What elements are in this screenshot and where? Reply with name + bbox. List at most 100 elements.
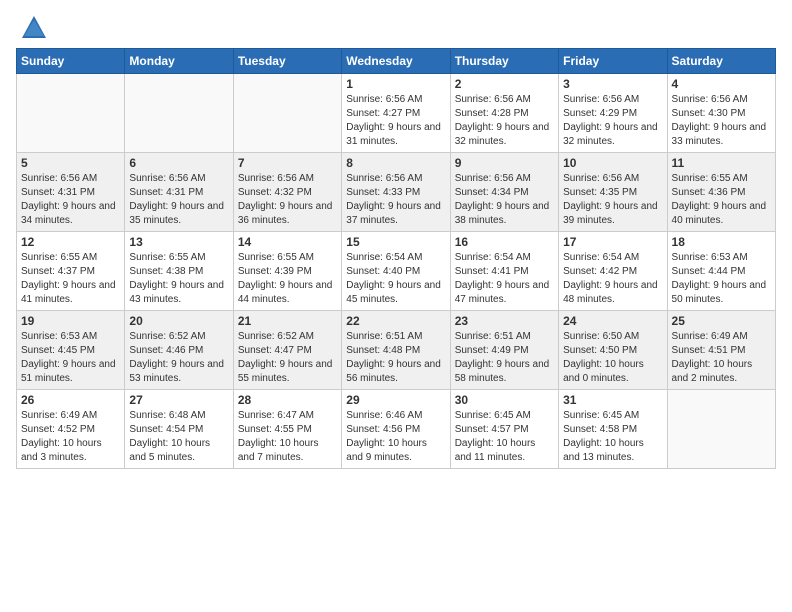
day-number: 28	[238, 393, 337, 407]
day-number: 31	[563, 393, 662, 407]
day-number: 1	[346, 77, 445, 91]
day-info: Sunrise: 6:51 AMSunset: 4:48 PMDaylight:…	[346, 330, 445, 386]
calendar-week-row: 5 Sunrise: 6:56 AMSunset: 4:31 PMDaylight…	[17, 153, 776, 232]
day-info: Sunrise: 6:54 AMSunset: 4:41 PMDaylight:…	[455, 251, 554, 307]
day-number: 2	[455, 77, 554, 91]
calendar-day-cell: 4 Sunrise: 6:56 AMSunset: 4:30 PMDaylight…	[667, 74, 775, 153]
day-info: Sunrise: 6:45 AMSunset: 4:58 PMDaylight:…	[563, 409, 662, 465]
day-info: Sunrise: 6:56 AMSunset: 4:33 PMDaylight:…	[346, 172, 445, 228]
calendar-day-cell: 17Sunrise: 6:54 AMSunset: 4:42 PMDayligh…	[559, 232, 667, 311]
calendar-day-cell	[667, 390, 775, 469]
day-number: 24	[563, 314, 662, 328]
calendar-day-cell: 10 Sunrise: 6:56 AMSunset: 4:35 PMDayligh…	[559, 153, 667, 232]
calendar-day-cell: 9 Sunrise: 6:56 AMSunset: 4:34 PMDaylight…	[450, 153, 558, 232]
day-info: Sunrise: 6:49 AMSunset: 4:51 PMDaylight:…	[672, 330, 771, 386]
day-info: Sunrise: 6:55 AMSunset: 4:37 PMDaylight:…	[21, 251, 120, 307]
weekday-header-sunday: Sunday	[17, 49, 125, 74]
day-info: Sunrise: 6:56 AMSunset: 4:28 PMDaylight:…	[455, 93, 554, 149]
calendar-day-cell: 16 Sunrise: 6:54 AMSunset: 4:41 PMDayligh…	[450, 232, 558, 311]
calendar-day-cell: 26 Sunrise: 6:49 AMSunset: 4:52 PMDayligh…	[17, 390, 125, 469]
day-info: Sunrise: 6:56 AMSunset: 4:34 PMDaylight:…	[455, 172, 554, 228]
day-number: 20	[129, 314, 228, 328]
weekday-header-thursday: Thursday	[450, 49, 558, 74]
calendar-day-cell: 6 Sunrise: 6:56 AMSunset: 4:31 PMDaylight…	[125, 153, 233, 232]
calendar-week-row: 12Sunrise: 6:55 AMSunset: 4:37 PMDayligh…	[17, 232, 776, 311]
calendar-day-cell: 1Sunrise: 6:56 AMSunset: 4:27 PMDaylight…	[342, 74, 450, 153]
day-info: Sunrise: 6:53 AMSunset: 4:45 PMDaylight:…	[21, 330, 120, 386]
calendar-day-cell: 18 Sunrise: 6:53 AMSunset: 4:44 PMDayligh…	[667, 232, 775, 311]
day-number: 21	[238, 314, 337, 328]
weekday-header-wednesday: Wednesday	[342, 49, 450, 74]
calendar-day-cell: 5 Sunrise: 6:56 AMSunset: 4:31 PMDaylight…	[17, 153, 125, 232]
day-number: 13	[129, 235, 228, 249]
day-info: Sunrise: 6:54 AMSunset: 4:40 PMDaylight:…	[346, 251, 445, 307]
day-number: 5	[21, 156, 120, 170]
day-info: Sunrise: 6:56 AMSunset: 4:32 PMDaylight:…	[238, 172, 337, 228]
calendar-day-cell	[17, 74, 125, 153]
day-info: Sunrise: 6:55 AMSunset: 4:39 PMDaylight:…	[238, 251, 337, 307]
calendar-day-cell: 19 Sunrise: 6:53 AMSunset: 4:45 PMDayligh…	[17, 311, 125, 390]
calendar-day-cell	[233, 74, 341, 153]
logo	[16, 14, 48, 42]
calendar-week-row: 19 Sunrise: 6:53 AMSunset: 4:45 PMDayligh…	[17, 311, 776, 390]
day-info: Sunrise: 6:48 AMSunset: 4:54 PMDaylight:…	[129, 409, 228, 465]
header	[16, 10, 776, 42]
day-number: 18	[672, 235, 771, 249]
day-info: Sunrise: 6:52 AMSunset: 4:47 PMDaylight:…	[238, 330, 337, 386]
calendar-day-cell: 22 Sunrise: 6:51 AMSunset: 4:48 PMDayligh…	[342, 311, 450, 390]
day-number: 25	[672, 314, 771, 328]
day-number: 9	[455, 156, 554, 170]
day-info: Sunrise: 6:56 AMSunset: 4:31 PMDaylight:…	[129, 172, 228, 228]
page: SundayMondayTuesdayWednesdayThursdayFrid…	[0, 0, 792, 612]
day-number: 10	[563, 156, 662, 170]
day-number: 26	[21, 393, 120, 407]
day-number: 16	[455, 235, 554, 249]
calendar-day-cell: 7 Sunrise: 6:56 AMSunset: 4:32 PMDaylight…	[233, 153, 341, 232]
calendar-table: SundayMondayTuesdayWednesdayThursdayFrid…	[16, 48, 776, 469]
calendar-day-cell: 21 Sunrise: 6:52 AMSunset: 4:47 PMDayligh…	[233, 311, 341, 390]
day-info: Sunrise: 6:55 AMSunset: 4:38 PMDaylight:…	[129, 251, 228, 307]
day-number: 14	[238, 235, 337, 249]
day-number: 23	[455, 314, 554, 328]
calendar-day-cell	[125, 74, 233, 153]
day-info: Sunrise: 6:56 AMSunset: 4:31 PMDaylight:…	[21, 172, 120, 228]
calendar-week-row: 26 Sunrise: 6:49 AMSunset: 4:52 PMDayligh…	[17, 390, 776, 469]
calendar-day-cell: 3Sunrise: 6:56 AMSunset: 4:29 PMDaylight…	[559, 74, 667, 153]
day-number: 8	[346, 156, 445, 170]
calendar-day-cell: 29Sunrise: 6:46 AMSunset: 4:56 PMDayligh…	[342, 390, 450, 469]
day-info: Sunrise: 6:56 AMSunset: 4:35 PMDaylight:…	[563, 172, 662, 228]
calendar-day-cell: 12Sunrise: 6:55 AMSunset: 4:37 PMDayligh…	[17, 232, 125, 311]
day-number: 19	[21, 314, 120, 328]
day-info: Sunrise: 6:47 AMSunset: 4:55 PMDaylight:…	[238, 409, 337, 465]
day-info: Sunrise: 6:51 AMSunset: 4:49 PMDaylight:…	[455, 330, 554, 386]
day-number: 22	[346, 314, 445, 328]
calendar-day-cell: 31 Sunrise: 6:45 AMSunset: 4:58 PMDayligh…	[559, 390, 667, 469]
day-info: Sunrise: 6:55 AMSunset: 4:36 PMDaylight:…	[672, 172, 771, 228]
day-number: 30	[455, 393, 554, 407]
day-info: Sunrise: 6:46 AMSunset: 4:56 PMDaylight:…	[346, 409, 445, 465]
day-number: 11	[672, 156, 771, 170]
calendar-day-cell: 30Sunrise: 6:45 AMSunset: 4:57 PMDayligh…	[450, 390, 558, 469]
calendar-day-cell: 24 Sunrise: 6:50 AMSunset: 4:50 PMDayligh…	[559, 311, 667, 390]
day-info: Sunrise: 6:53 AMSunset: 4:44 PMDaylight:…	[672, 251, 771, 307]
day-number: 6	[129, 156, 228, 170]
calendar-day-cell: 2 Sunrise: 6:56 AMSunset: 4:28 PMDaylight…	[450, 74, 558, 153]
day-info: Sunrise: 6:56 AMSunset: 4:30 PMDaylight:…	[672, 93, 771, 149]
calendar-day-cell: 13 Sunrise: 6:55 AMSunset: 4:38 PMDayligh…	[125, 232, 233, 311]
calendar-week-row: 1Sunrise: 6:56 AMSunset: 4:27 PMDaylight…	[17, 74, 776, 153]
day-info: Sunrise: 6:56 AMSunset: 4:29 PMDaylight:…	[563, 93, 662, 149]
calendar-day-cell: 23 Sunrise: 6:51 AMSunset: 4:49 PMDayligh…	[450, 311, 558, 390]
day-info: Sunrise: 6:49 AMSunset: 4:52 PMDaylight:…	[21, 409, 120, 465]
weekday-header-monday: Monday	[125, 49, 233, 74]
weekday-header-tuesday: Tuesday	[233, 49, 341, 74]
day-number: 27	[129, 393, 228, 407]
day-info: Sunrise: 6:52 AMSunset: 4:46 PMDaylight:…	[129, 330, 228, 386]
day-number: 17	[563, 235, 662, 249]
day-number: 7	[238, 156, 337, 170]
day-number: 4	[672, 77, 771, 91]
day-info: Sunrise: 6:50 AMSunset: 4:50 PMDaylight:…	[563, 330, 662, 386]
day-number: 15	[346, 235, 445, 249]
calendar-day-cell: 28 Sunrise: 6:47 AMSunset: 4:55 PMDayligh…	[233, 390, 341, 469]
calendar-day-cell: 27 Sunrise: 6:48 AMSunset: 4:54 PMDayligh…	[125, 390, 233, 469]
calendar-day-cell: 14 Sunrise: 6:55 AMSunset: 4:39 PMDayligh…	[233, 232, 341, 311]
